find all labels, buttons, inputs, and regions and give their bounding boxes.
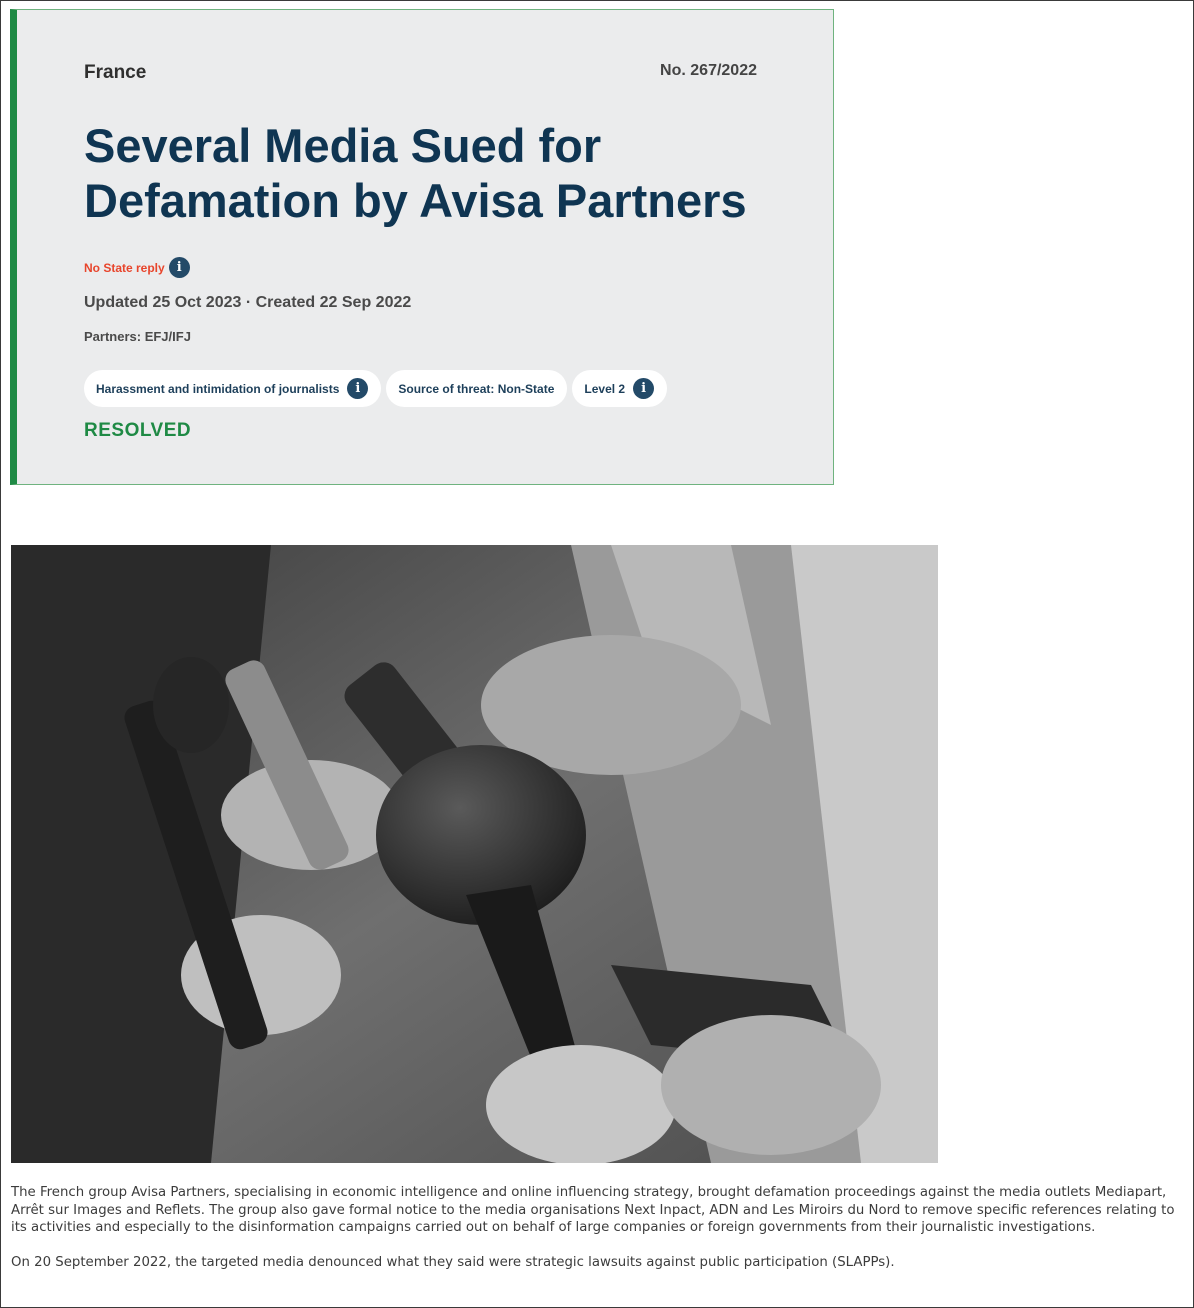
state-reply-status: No State reply i [84, 257, 190, 278]
status-badge: RESOLVED [84, 420, 192, 441]
tag-label: Source of threat: Non-State [398, 381, 555, 396]
info-icon[interactable]: i [168, 257, 190, 278]
tag-level[interactable]: Level 2 i [572, 370, 668, 407]
tag-label: Harassment and intimidation of journalis… [96, 381, 340, 396]
tag-list: Harassment and intimidation of journalis… [84, 370, 668, 407]
dates-line: Updated 25 Oct 2023 · Created 22 Sep 202… [84, 294, 412, 311]
body-paragraph: The French group Avisa Partners, special… [11, 1185, 1175, 1236]
state-reply-label: No State reply [84, 260, 165, 275]
tag-label: Level 2 [584, 381, 626, 396]
info-icon[interactable]: i [633, 378, 655, 399]
microphones-photo [11, 545, 938, 1163]
info-icon[interactable]: i [347, 378, 369, 399]
alert-card: France No. 267/2022 Several Media Sued f… [10, 9, 834, 485]
article-body: The French group Avisa Partners, special… [11, 1184, 1183, 1289]
partners-line: Partners: EFJ/IFJ [84, 329, 191, 344]
page-title: Several Media Sued for Defamation by Avi… [84, 119, 747, 227]
case-number: No. 267/2022 [660, 62, 757, 79]
country-label: France [84, 62, 147, 83]
article-photo [11, 545, 938, 1163]
tag-source-of-threat[interactable]: Source of threat: Non-State [386, 370, 568, 407]
tag-harassment[interactable]: Harassment and intimidation of journalis… [84, 370, 382, 407]
body-paragraph: On 20 September 2022, the targeted media… [11, 1255, 895, 1271]
